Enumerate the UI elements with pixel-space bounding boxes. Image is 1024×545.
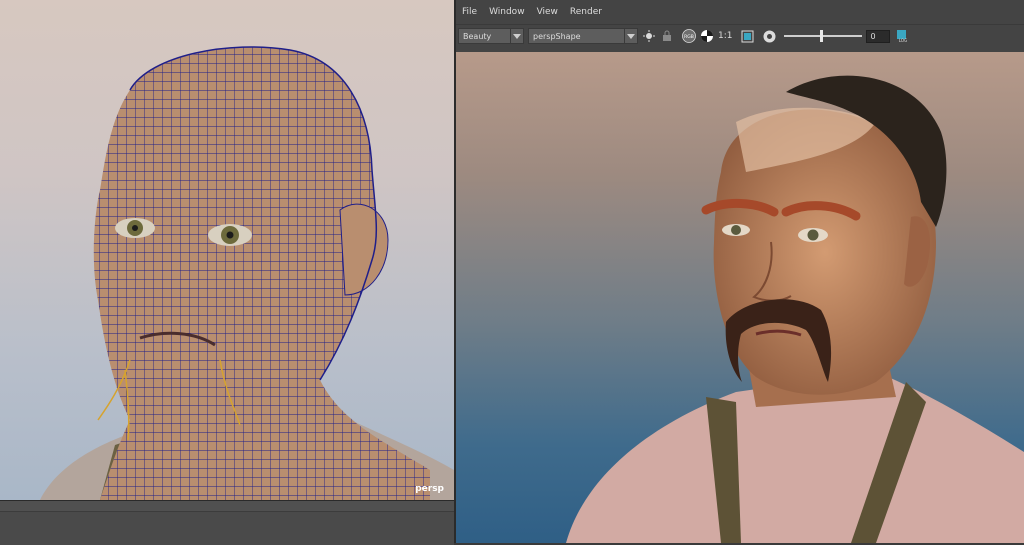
log-label: LOG (899, 38, 907, 43)
render-mode-value: Beauty (463, 31, 492, 41)
slider-handle[interactable] (820, 30, 824, 42)
exposure-slider[interactable] (784, 29, 863, 43)
exposure-field[interactable]: 0 (866, 29, 891, 43)
viewport-footer (0, 500, 454, 545)
aperture-icon[interactable] (762, 29, 776, 43)
rgb-label: RGB (684, 34, 694, 40)
ratio-label[interactable]: 1:1 (718, 31, 732, 41)
camera-dropdown[interactable]: perspShape (528, 28, 638, 44)
render-view-menubar: File Window View Render (456, 0, 1024, 24)
menu-window[interactable]: Window (489, 7, 525, 17)
slider-track (784, 35, 863, 37)
rendered-image[interactable] (456, 52, 1024, 543)
menu-view[interactable]: View (537, 7, 558, 17)
log-icon[interactable]: LOG (896, 29, 910, 43)
contrast-icon[interactable] (700, 29, 714, 43)
rgb-icon[interactable]: RGB (682, 29, 696, 43)
footer-strip (0, 511, 454, 545)
render-view-window: File Window View Render Beauty perspShap… (456, 0, 1024, 543)
chevron-down-icon (624, 29, 637, 43)
modeling-viewport[interactable]: persp (0, 0, 454, 500)
render-mode-dropdown[interactable]: Beauty (458, 28, 524, 44)
render-view-toolbar: Beauty perspShape RGB 1:1 0 LOG (456, 24, 1024, 47)
camera-value: perspShape (533, 31, 581, 41)
sun-icon[interactable] (642, 29, 656, 43)
wireframe-head-model (40, 46, 454, 500)
modeling-viewport-panel: persp (0, 0, 454, 545)
frame-region-icon[interactable] (740, 29, 754, 43)
camera-label: persp (415, 484, 444, 494)
menu-file[interactable]: File (462, 7, 477, 17)
chevron-down-icon (510, 29, 523, 43)
lock-icon[interactable] (660, 29, 674, 43)
rendered-character (566, 75, 1024, 543)
menu-render[interactable]: Render (570, 7, 602, 17)
